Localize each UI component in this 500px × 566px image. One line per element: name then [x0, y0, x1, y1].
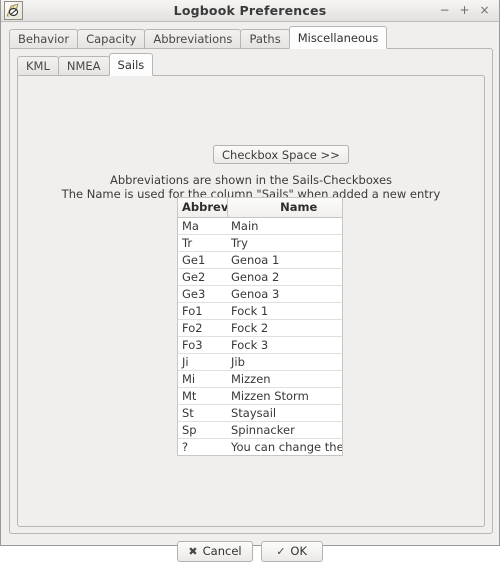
cell-name[interactable]: Genoa 2	[227, 268, 342, 286]
ok-button-label: OK	[290, 544, 307, 558]
cancel-button[interactable]: ✖ Cancel	[177, 540, 253, 562]
cell-name[interactable]: Mizzen	[227, 370, 342, 388]
window-controls: − + ×	[439, 4, 499, 17]
table-row[interactable]: Ge1 Genoa 1	[178, 251, 342, 269]
table-row[interactable]: ?You can change the abreviation and name	[178, 438, 342, 455]
column-header-name[interactable]: Name	[227, 198, 342, 218]
cell-name[interactable]: Main	[227, 217, 342, 235]
column-header-abbreviation[interactable]: Abbreviation	[178, 198, 228, 218]
table-header-row: Abbreviation Name	[178, 198, 342, 218]
sails-table-body: Ma Main Tr Try Ge1 Genoa 1 Ge2 Genoa 2 Ge3 Genoa …	[178, 217, 342, 455]
table-row[interactable]: Ge3 Genoa 3	[178, 285, 342, 303]
sails-table: Abbreviation Name MaMainTrTryGe1Genoa 1G…	[178, 198, 342, 455]
cell-abbreviation[interactable]: Mt	[178, 387, 227, 405]
cancel-button-label: Cancel	[202, 544, 242, 558]
cell-abbreviation[interactable]: Ge1	[178, 251, 227, 269]
window-body: Behavior Capacity Abbreviations Paths Mi…	[1, 22, 499, 562]
cell-name[interactable]: Fock 3	[227, 336, 342, 354]
table-row[interactable]: Tr Try	[178, 234, 342, 252]
tab-abbreviations[interactable]: Abbreviations	[144, 29, 242, 49]
tab-sails[interactable]: Sails	[108, 53, 154, 76]
table-row[interactable]: Fo2 Fock 2	[178, 319, 342, 337]
window-title: Logbook Preferences	[173, 3, 327, 18]
table-row[interactable]: Fo1 Fock 1	[178, 302, 342, 320]
cell-name[interactable]: You can change the abreviation and name	[227, 438, 342, 455]
table-row[interactable]: Sp Spinnacker	[178, 421, 342, 439]
maximize-button[interactable]: +	[459, 4, 470, 17]
description-line-1: Abbreviations are shown in the Sails-Che…	[109, 173, 393, 187]
check-icon: ✓	[276, 544, 286, 558]
tab-behavior[interactable]: Behavior	[9, 29, 79, 49]
table-row[interactable]: Ji Jib	[178, 353, 342, 371]
tab-nmea[interactable]: NMEA	[57, 56, 110, 76]
table-row[interactable]: Fo3 Fock 3	[178, 336, 342, 354]
cell-abbreviation[interactable]: Mi	[178, 370, 227, 388]
cell-abbreviation[interactable]: Fo1	[178, 302, 227, 320]
table-row[interactable]: Mt Mizzen Storm	[178, 387, 342, 405]
cell-abbreviation[interactable]: Ma	[178, 217, 227, 235]
cell-name[interactable]: Jib	[227, 353, 342, 371]
cell-name[interactable]: Fock 2	[227, 319, 342, 337]
cell-abbreviation[interactable]: ?	[178, 438, 227, 455]
checkbox-space-button[interactable]: Checkbox Space >>	[213, 145, 349, 164]
cell-abbreviation[interactable]: St	[178, 404, 227, 422]
cell-name[interactable]: Mizzen Storm	[227, 387, 342, 405]
quill-pen-icon	[4, 1, 23, 20]
dialog-button-bar: ✖ Cancel ✓ OK	[1, 536, 499, 566]
cell-abbreviation[interactable]: Ge2	[178, 268, 227, 286]
cell-abbreviation[interactable]: Fo3	[178, 336, 227, 354]
table-row[interactable]: St Staysail	[178, 404, 342, 422]
cell-abbreviation[interactable]: Fo2	[178, 319, 227, 337]
tab-paths[interactable]: Paths	[240, 29, 290, 49]
table-row[interactable]: Mi Mizzen	[178, 370, 342, 388]
cell-name[interactable]: Fock 1	[227, 302, 342, 320]
sails-table-container[interactable]: Abbreviation Name MaMainTrTryGe1Genoa 1G…	[177, 197, 343, 456]
cell-name[interactable]: Spinnacker	[227, 421, 342, 439]
table-row[interactable]: Ge2 Genoa 2	[178, 268, 342, 286]
outer-tab-strip: Behavior Capacity Abbreviations Paths Mi…	[9, 26, 388, 49]
close-button[interactable]: ×	[479, 4, 490, 17]
preferences-window: Logbook Preferences − + × Behavior Capac…	[0, 0, 500, 562]
ok-button[interactable]: ✓ OK	[260, 540, 323, 562]
tab-miscellaneous[interactable]: Miscellaneous	[288, 26, 388, 49]
cross-icon: ✖	[188, 544, 198, 558]
inner-tab-strip: KML NMEA Sails	[17, 53, 154, 76]
tab-capacity[interactable]: Capacity	[77, 29, 146, 49]
cell-abbreviation[interactable]: Ge3	[178, 285, 227, 303]
cell-name[interactable]: Genoa 3	[227, 285, 342, 303]
miscellaneous-panel: KML NMEA Sails Checkbox Space >> Abbrevi…	[9, 48, 493, 534]
title-bar[interactable]: Logbook Preferences − + ×	[1, 0, 499, 22]
minimize-button[interactable]: −	[439, 4, 450, 17]
tab-kml[interactable]: KML	[17, 56, 59, 76]
table-row[interactable]: Ma Main	[178, 217, 342, 235]
cell-name[interactable]: Genoa 1	[227, 251, 342, 269]
sails-panel: Checkbox Space >> Abbreviations are show…	[17, 75, 485, 527]
cell-abbreviation[interactable]: Sp	[178, 421, 227, 439]
cell-name[interactable]: Try	[227, 234, 342, 252]
cell-abbreviation[interactable]: Tr	[178, 234, 227, 252]
cell-name[interactable]: Staysail	[227, 404, 342, 422]
cell-abbreviation[interactable]: Ji	[178, 353, 227, 371]
